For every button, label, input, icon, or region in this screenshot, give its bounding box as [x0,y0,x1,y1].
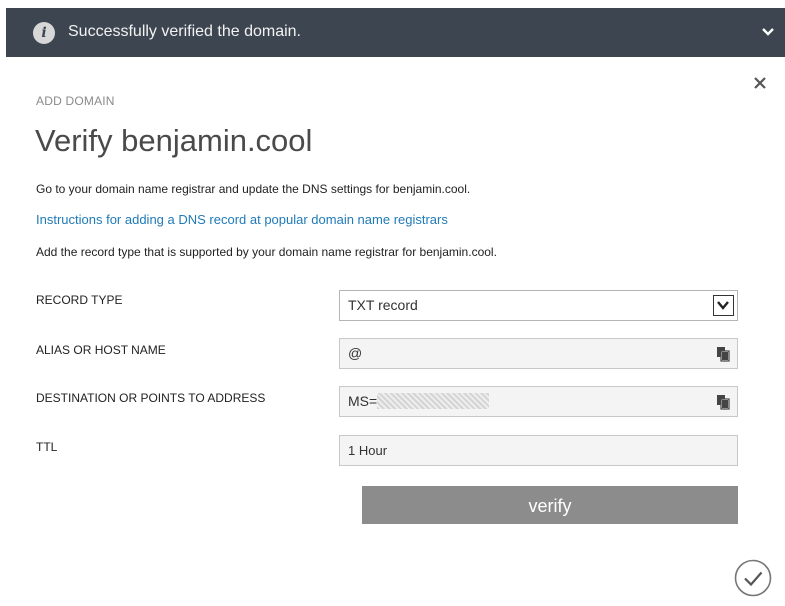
instructions-link[interactable]: Instructions for adding a DNS record at … [36,212,448,227]
notification-message: Successfully verified the domain. [68,23,301,40]
redacted-value [377,393,490,409]
intro-text: Go to your domain name registrar and upd… [36,182,471,196]
add-domain-page: i Successfully verified the domain. ADD … [0,0,785,606]
ttl-label: TTL [36,440,58,454]
destination-label: DESTINATION OR POINTS TO ADDRESS [36,391,266,405]
record-type-value: TXT record [348,297,418,313]
notification-bar: i Successfully verified the domain. [6,8,785,57]
destination-field[interactable]: MS= [339,386,738,417]
copy-icon[interactable] [714,345,732,363]
close-icon[interactable] [752,75,768,91]
alias-label: ALIAS OR HOST NAME [36,343,166,357]
alias-value: @ [348,345,363,361]
alias-field[interactable]: @ [339,338,738,369]
ttl-field[interactable]: 1 Hour [339,435,738,466]
record-type-label: RECORD TYPE [36,293,123,307]
dropdown-button[interactable] [713,295,734,316]
destination-value: MS= [348,393,378,409]
breadcrumb: ADD DOMAIN [36,94,115,108]
ttl-value: 1 Hour [348,443,388,458]
checkmark-circle-icon[interactable] [733,558,773,598]
record-note: Add the record type that is supported by… [36,245,497,259]
verify-button[interactable]: verify [362,486,738,524]
record-type-select[interactable]: TXT record [339,290,738,321]
page-title: Verify benjamin.cool [35,123,313,158]
info-icon: i [33,22,55,44]
chevron-down-icon[interactable] [761,26,775,38]
copy-icon[interactable] [714,393,732,411]
chevron-down-icon [717,301,729,310]
